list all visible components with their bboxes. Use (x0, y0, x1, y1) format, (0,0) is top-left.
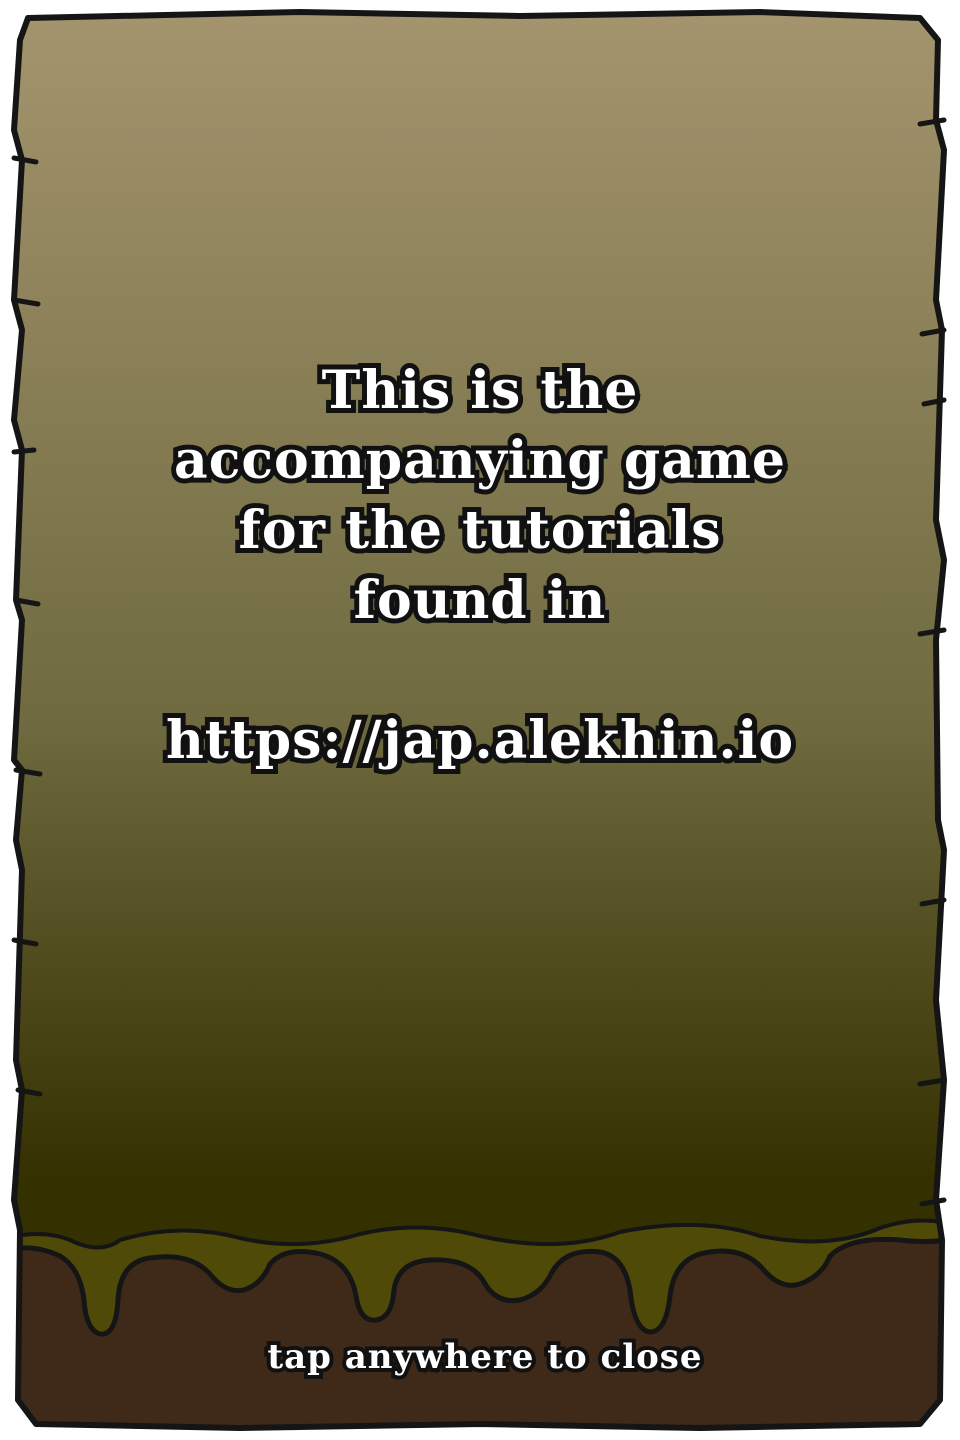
info-line-3: for the tutorials (234, 495, 726, 566)
info-line-1: This is the (317, 355, 643, 426)
info-line-2: accompanying game (169, 425, 790, 496)
info-message: This is the accompanying game for the tu… (80, 355, 880, 776)
close-hint: tap anywhere to close (263, 1333, 705, 1381)
info-popup[interactable]: This is the accompanying game for the tu… (0, 0, 960, 1440)
info-line-4: found in (349, 565, 611, 636)
tutorial-url: https://jap.alekhin.io (161, 705, 798, 776)
info-spacer (80, 636, 880, 706)
